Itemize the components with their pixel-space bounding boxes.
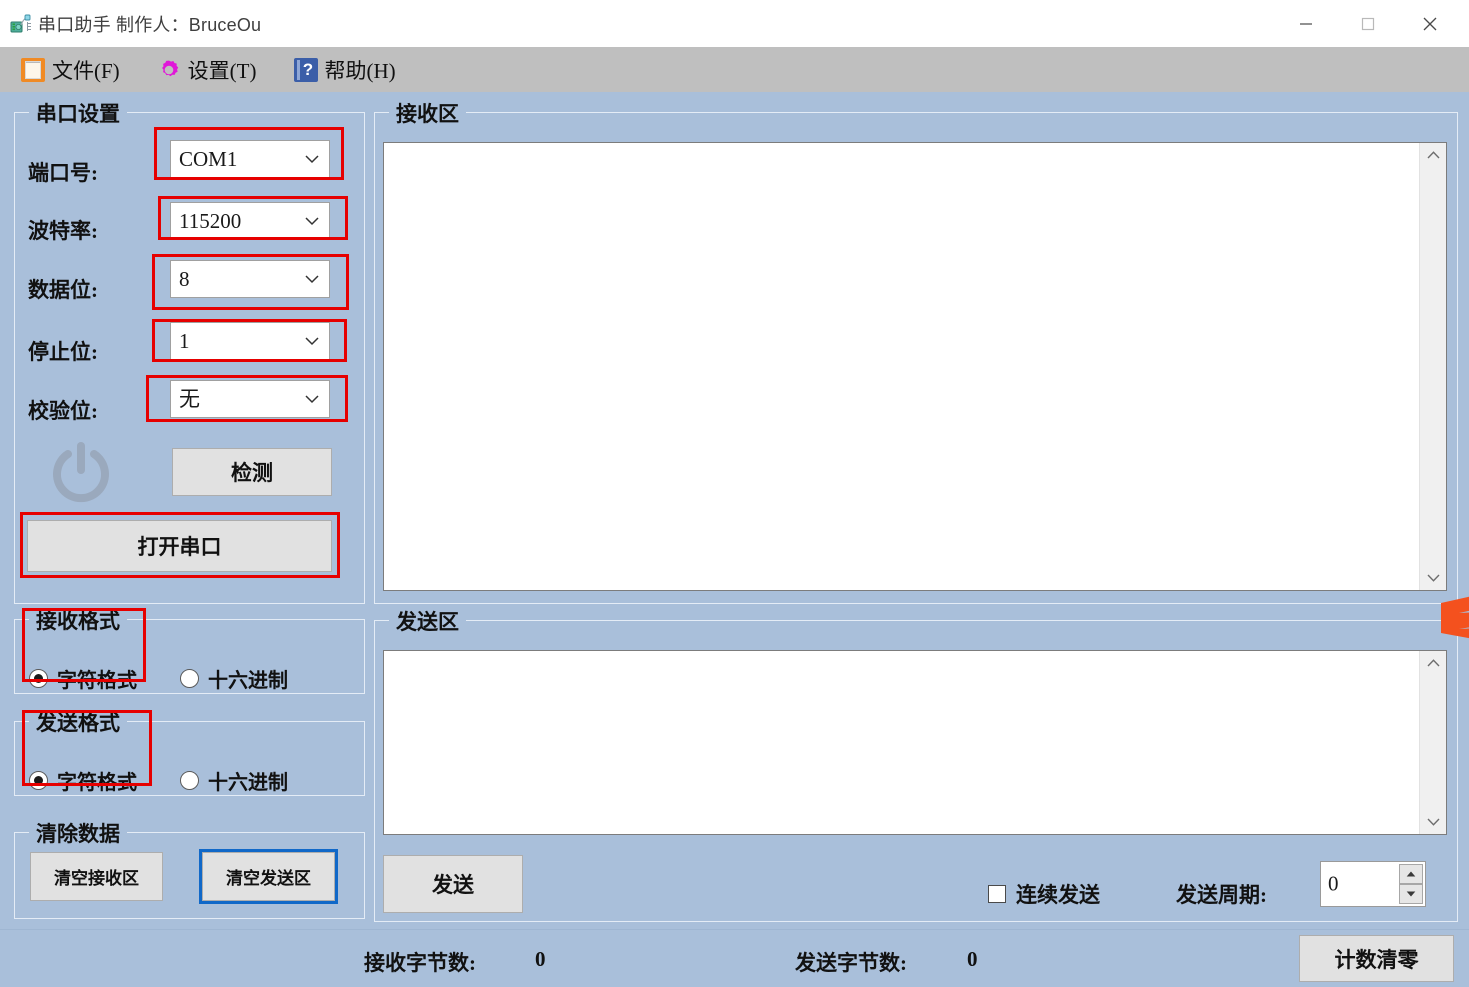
scroll-up-icon[interactable] <box>1420 651 1446 675</box>
close-button[interactable] <box>1399 0 1461 47</box>
open-serial-port-button[interactable]: 打开串口 <box>27 520 332 572</box>
parity-label: 校验位: <box>28 399 98 423</box>
send-format-option-hex-label: 十六进制 <box>208 772 288 794</box>
scroll-down-icon[interactable] <box>1420 566 1446 590</box>
maximize-icon <box>1361 17 1375 30</box>
chevron-down-icon <box>305 155 319 164</box>
menu-item-help-label: 帮助(H) <box>324 58 396 83</box>
receive-format-option-hex[interactable]: 十六进制 <box>180 664 288 693</box>
send-period-label: 发送周期: <box>1176 883 1267 907</box>
send-button[interactable]: 发送 <box>383 855 523 913</box>
receive-scrollbar[interactable] <box>1419 143 1446 590</box>
stepper-down-icon[interactable] <box>1399 884 1423 904</box>
send-period-stepper[interactable] <box>1399 864 1423 904</box>
scroll-up-icon[interactable] <box>1420 143 1446 167</box>
send-textarea-content <box>384 651 1446 659</box>
detect-button[interactable]: 检测 <box>172 448 332 496</box>
stopbits-select-value: 1 <box>179 328 190 353</box>
stepper-up-icon[interactable] <box>1399 864 1423 884</box>
chevron-down-icon <box>305 337 319 346</box>
chevron-down-icon <box>305 275 319 284</box>
port-label: 端口号: <box>28 161 98 185</box>
menu-bar: 文件(F) 设置(T) ? 帮助(H) <box>0 47 1469 92</box>
send-textarea[interactable] <box>383 650 1447 835</box>
clear-receive-button[interactable]: 清空接收区 <box>30 852 163 901</box>
chevron-down-icon <box>305 217 319 226</box>
receive-bytes-value: 0 <box>535 947 546 971</box>
port-select[interactable]: COM1 <box>170 140 330 178</box>
port-select-value: COM1 <box>179 146 238 171</box>
send-period-input[interactable]: 0 <box>1320 861 1426 907</box>
receive-format-option-char-label: 字符格式 <box>57 670 137 692</box>
status-bar: 接收字节数: 0 发送字节数: 0 计数清零 <box>0 929 1469 987</box>
send-format-title: 发送格式 <box>29 707 127 737</box>
help-book-icon: ? <box>293 57 318 82</box>
radio-indicator <box>29 771 48 790</box>
baud-select[interactable]: 115200 <box>170 202 330 240</box>
databits-label: 数据位: <box>28 278 98 302</box>
file-document-icon <box>21 57 45 82</box>
parity-select[interactable]: 无 <box>170 380 330 418</box>
databits-select[interactable]: 8 <box>170 260 330 298</box>
menu-item-settings[interactable]: 设置(T) <box>149 47 268 92</box>
checkbox-indicator <box>988 885 1006 903</box>
send-format-option-char-label: 字符格式 <box>57 772 137 794</box>
receive-bytes-label: 接收字节数: <box>364 951 476 975</box>
title-bar: 串口助手 制作人：BruceOu <box>0 0 1469 47</box>
baud-label: 波特率: <box>28 219 98 243</box>
client-area: 串口设置 端口号: COM1 波特率: 115200 数据位: 8 停止位: 1… <box>0 92 1469 987</box>
radio-indicator <box>29 669 48 688</box>
stopbits-label: 停止位: <box>28 340 98 364</box>
maximize-button[interactable] <box>1337 0 1399 47</box>
radio-indicator <box>180 669 199 688</box>
receive-textarea[interactable] <box>383 142 1447 591</box>
minimize-icon <box>1300 22 1312 25</box>
radio-indicator <box>180 771 199 790</box>
continuous-send-label: 连续发送 <box>1016 883 1100 907</box>
menu-item-settings-label: 设置(T) <box>187 58 257 83</box>
receive-area-title: 接收区 <box>389 98 466 128</box>
window-title: 串口助手 制作人：BruceOu <box>38 14 262 35</box>
serial-settings-title: 串口设置 <box>29 98 127 128</box>
power-icon <box>48 440 114 511</box>
gear-icon <box>157 58 181 82</box>
chevron-down-icon <box>305 395 319 404</box>
send-scrollbar[interactable] <box>1419 651 1446 834</box>
receive-format-option-char[interactable]: 字符格式 <box>29 664 137 693</box>
close-icon <box>1423 17 1437 30</box>
receive-textarea-content <box>384 143 1446 151</box>
menu-item-file[interactable]: 文件(F) <box>13 47 131 92</box>
scroll-down-icon[interactable] <box>1420 810 1446 834</box>
databits-select-value: 8 <box>179 266 190 291</box>
send-area-title: 发送区 <box>389 606 466 636</box>
send-bytes-label: 发送字节数: <box>795 951 907 975</box>
menu-item-help[interactable]: ? 帮助(H) <box>286 47 407 92</box>
send-period-value: 0 <box>1328 871 1339 896</box>
send-format-option-hex[interactable]: 十六进制 <box>180 766 288 795</box>
send-bytes-value: 0 <box>967 947 978 971</box>
send-format-option-char[interactable]: 字符格式 <box>29 766 137 795</box>
edge-logo-icon <box>1435 589 1469 647</box>
menu-item-file-label: 文件(F) <box>52 58 120 83</box>
serial-port-icon <box>10 13 32 35</box>
receive-format-option-hex-label: 十六进制 <box>208 670 288 692</box>
clear-send-button[interactable]: 清空发送区 <box>199 849 338 904</box>
clear-data-title: 清除数据 <box>29 818 127 848</box>
receive-format-title: 接收格式 <box>29 605 127 635</box>
serial-assistant-window: 串口助手 制作人：BruceOu 文件(F) 设置(T) ? 帮助(H) 串口设… <box>0 0 1469 987</box>
reset-count-button[interactable]: 计数清零 <box>1299 935 1454 982</box>
minimize-button[interactable] <box>1275 0 1337 47</box>
parity-select-value: 无 <box>179 386 200 411</box>
continuous-send-checkbox[interactable]: 连续发送 <box>988 879 1100 909</box>
stopbits-select[interactable]: 1 <box>170 322 330 360</box>
baud-select-value: 115200 <box>179 208 242 233</box>
